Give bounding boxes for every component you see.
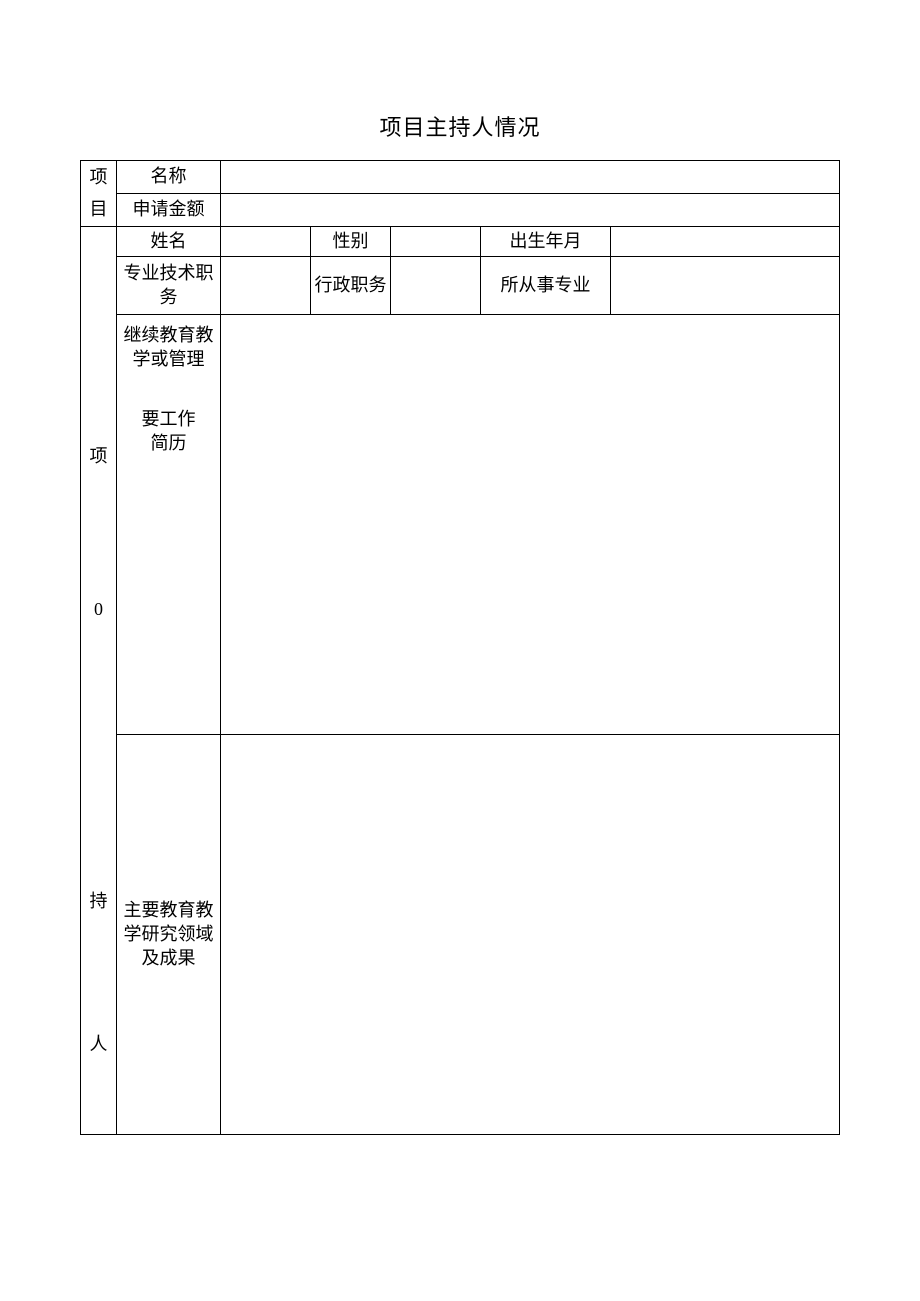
label-person-name: 姓名	[117, 226, 221, 256]
label-resume: 继续教育教 学或管理 要工作 简历	[117, 314, 221, 734]
label-specialty: 所从事专业	[481, 256, 611, 314]
value-research[interactable]	[221, 734, 840, 1134]
label-amount: 申请金额	[117, 193, 221, 226]
side-host: 项 0 持 人	[81, 226, 117, 1134]
label-research: 主要教育教 学研究领域 及成果	[117, 734, 221, 1134]
label-birth: 出生年月	[481, 226, 611, 256]
label-prof-title: 专业技术职务	[117, 256, 221, 314]
label-admin-title: 行政职务	[311, 256, 391, 314]
label-project-name: 名称	[117, 161, 221, 194]
value-admin-title[interactable]	[391, 256, 481, 314]
side-project: 项 目	[81, 161, 117, 227]
label-gender: 性别	[311, 226, 391, 256]
page-title: 项目主持人情况	[80, 110, 840, 142]
value-specialty[interactable]	[611, 256, 840, 314]
form-table: 项 目 名称 申请金额 项 0 持 人 姓名 性别 出生年月 专业技术职务 行政…	[80, 160, 840, 1135]
value-gender[interactable]	[391, 226, 481, 256]
value-prof-title[interactable]	[221, 256, 311, 314]
value-birth[interactable]	[611, 226, 840, 256]
value-resume[interactable]	[221, 314, 840, 734]
value-person-name[interactable]	[221, 226, 311, 256]
value-amount[interactable]	[221, 193, 840, 226]
value-project-name[interactable]	[221, 161, 840, 194]
